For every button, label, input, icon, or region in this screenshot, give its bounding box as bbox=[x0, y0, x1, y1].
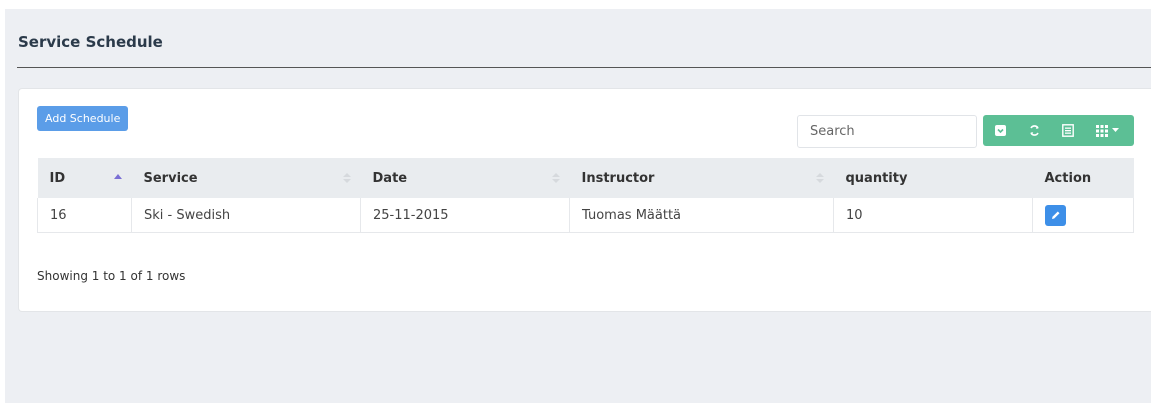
cell-instructor: Tuomas Määttä bbox=[569, 198, 834, 233]
column-header-quantity[interactable]: quantity bbox=[834, 158, 1033, 198]
cell-date: 25-11-2015 bbox=[360, 198, 570, 233]
search-input[interactable] bbox=[797, 115, 977, 148]
pagination-info: Showing 1 to 1 of 1 rows bbox=[37, 269, 186, 283]
cell-action bbox=[1032, 198, 1134, 233]
refresh-icon bbox=[1029, 125, 1039, 136]
schedule-card: Add Schedule Search ID Service Date Inst… bbox=[18, 88, 1151, 312]
refresh-button[interactable] bbox=[1017, 115, 1051, 146]
column-header-action: Action bbox=[1033, 158, 1134, 198]
cell-id: 16 bbox=[37, 198, 132, 233]
column-header-label: quantity bbox=[845, 170, 908, 186]
sort-icon bbox=[342, 173, 351, 183]
add-schedule-button[interactable]: Add Schedule bbox=[37, 106, 129, 131]
column-header-label: Action bbox=[1044, 170, 1092, 186]
column-header-label: Instructor bbox=[581, 170, 655, 186]
columns-dropdown-button[interactable] bbox=[1085, 115, 1130, 146]
cell-quantity: 10 bbox=[833, 198, 1033, 233]
export-icon bbox=[994, 125, 1006, 136]
toggle-view-button[interactable] bbox=[1051, 115, 1085, 146]
table-header-row: ID Service Date Instructor quantity Acti… bbox=[37, 158, 1134, 198]
column-header-label: Service bbox=[143, 170, 198, 186]
column-header-instructor[interactable]: Instructor bbox=[570, 158, 834, 198]
export-button[interactable] bbox=[983, 115, 1017, 146]
sort-asc-icon bbox=[113, 174, 122, 179]
chevron-down-icon bbox=[1112, 128, 1119, 132]
cell-service: Ski - Swedish bbox=[131, 198, 361, 233]
columns-icon bbox=[1096, 124, 1108, 137]
edit-button[interactable] bbox=[1045, 204, 1066, 226]
page-title: Service Schedule bbox=[18, 33, 163, 51]
table-row: 16 Ski - Swedish 25-11-2015 Tuomas Määtt… bbox=[37, 198, 1134, 233]
column-header-date[interactable]: Date bbox=[361, 158, 570, 198]
column-header-service[interactable]: Service bbox=[132, 158, 361, 198]
sort-icon bbox=[551, 173, 560, 183]
column-header-id[interactable]: ID bbox=[38, 158, 132, 198]
title-divider bbox=[17, 67, 1151, 68]
table-toolbar bbox=[983, 115, 1134, 146]
pencil-icon bbox=[1051, 211, 1059, 219]
column-header-label: Date bbox=[372, 170, 408, 186]
toggle-view-icon bbox=[1062, 124, 1074, 137]
column-header-label: ID bbox=[49, 170, 66, 186]
page-container: Service Schedule Add Schedule Search ID … bbox=[5, 9, 1151, 403]
schedule-table: ID Service Date Instructor quantity Acti… bbox=[37, 158, 1134, 233]
sort-icon bbox=[815, 173, 824, 183]
